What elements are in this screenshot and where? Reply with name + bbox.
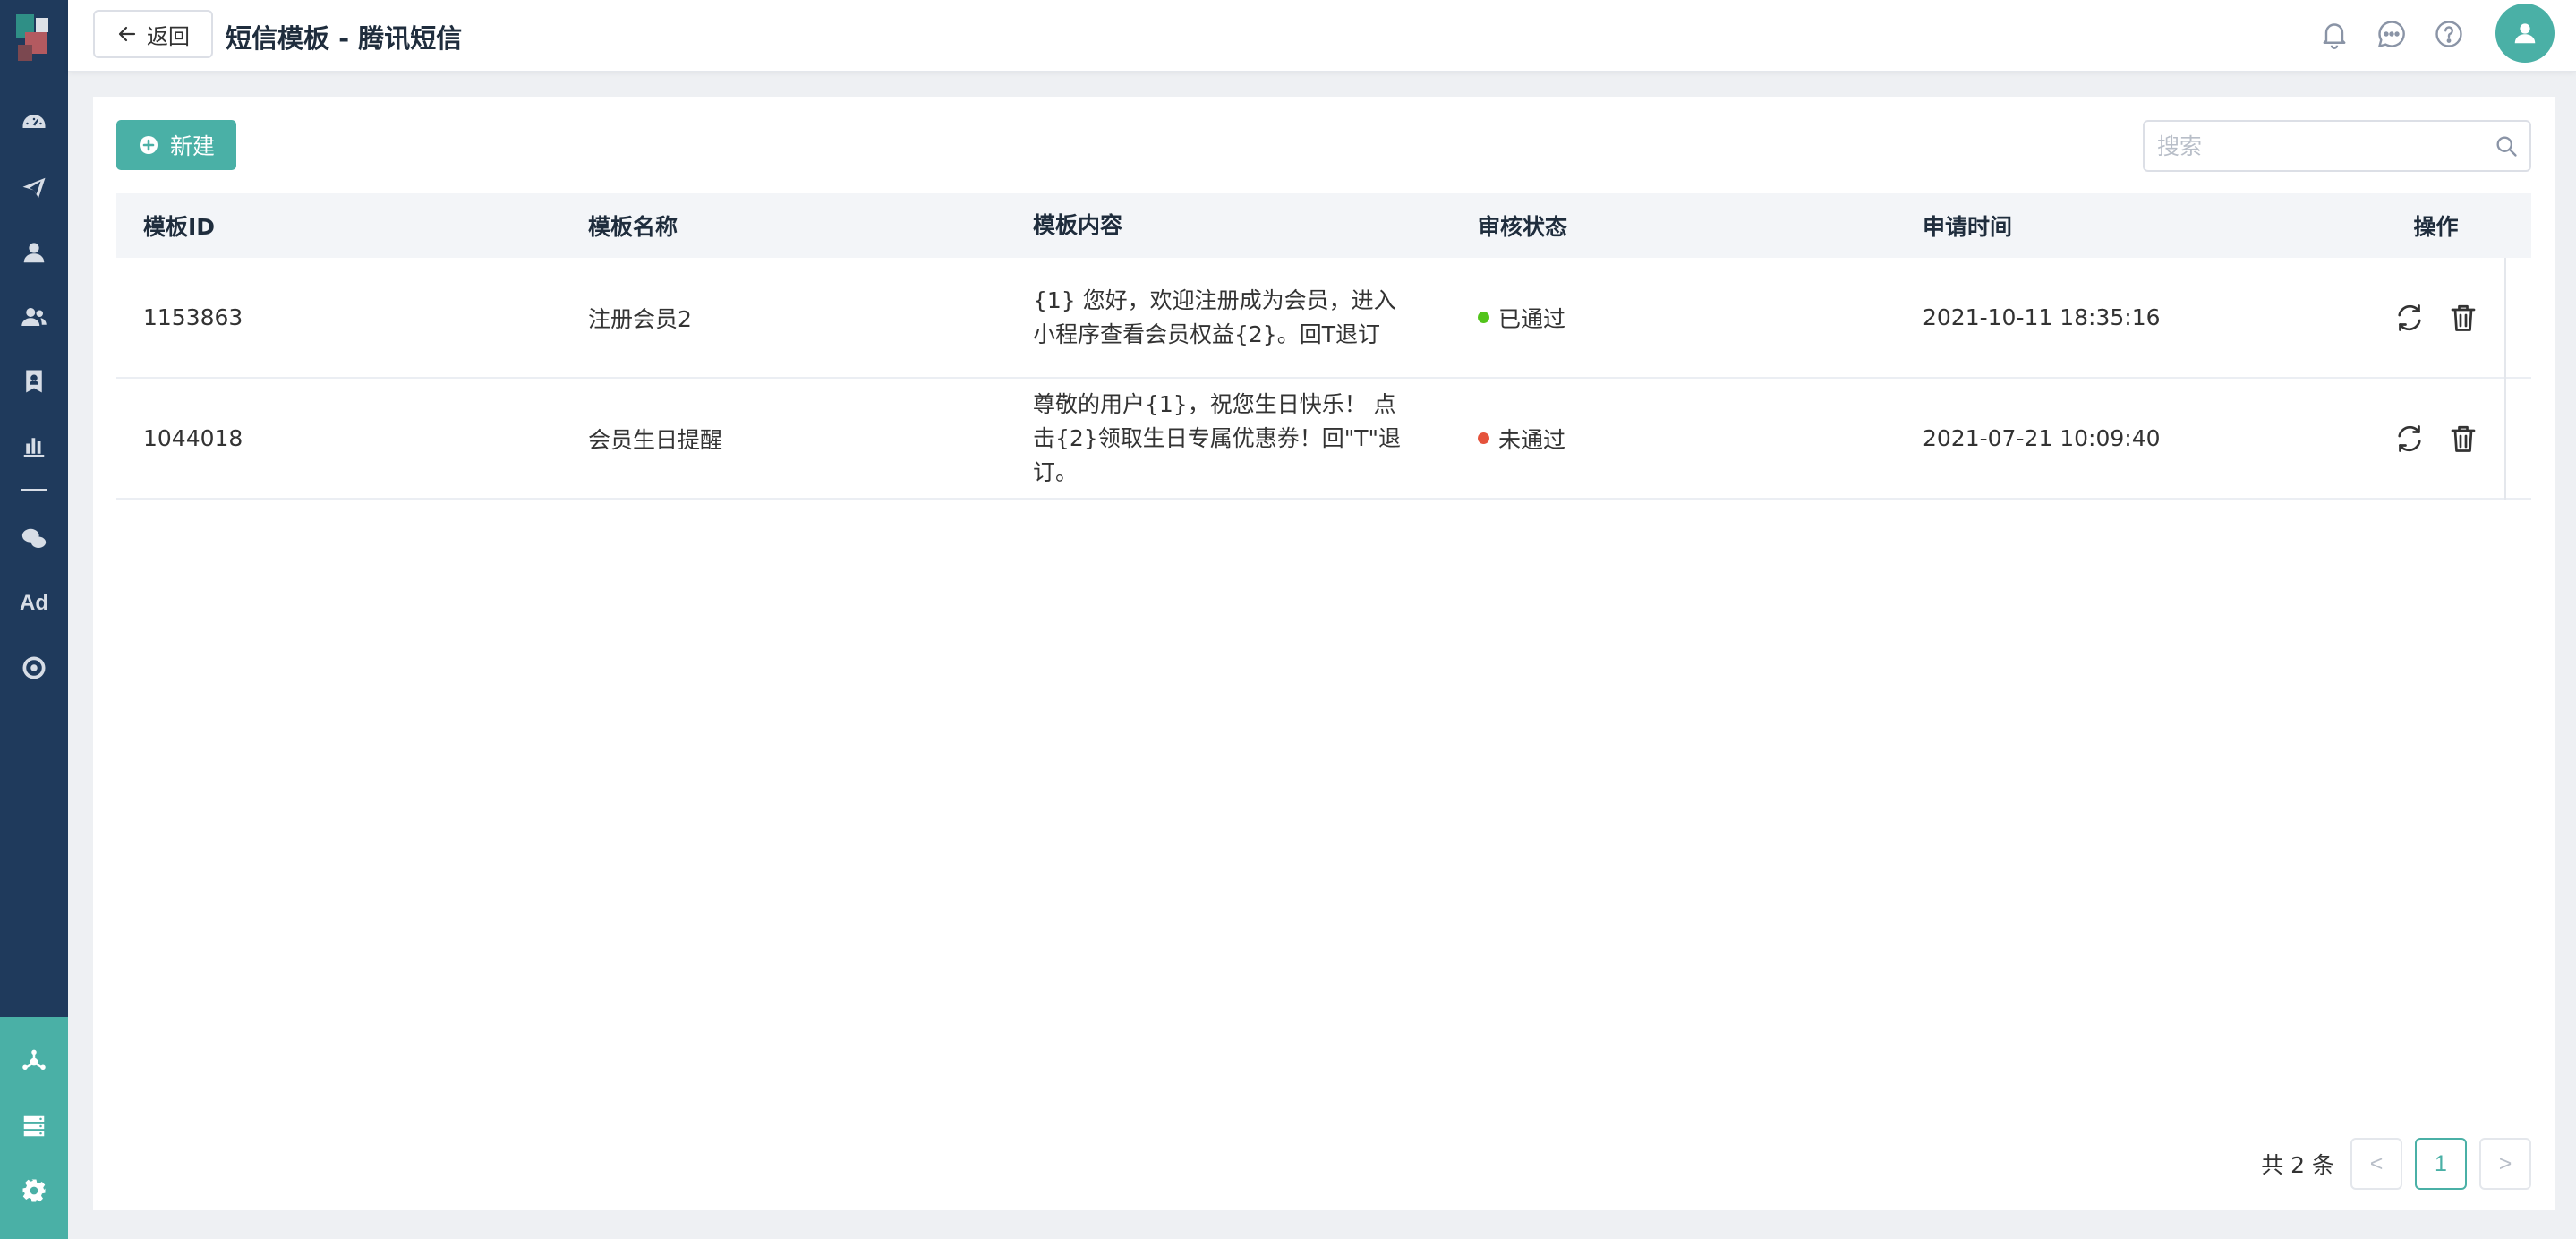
cell-template-id: 1044018 bbox=[143, 425, 243, 451]
send-icon[interactable] bbox=[13, 167, 55, 209]
table-row[interactable]: 1153863 注册会员2 {1} 您好，欢迎注册成为会员，进入小程序查看会员权… bbox=[116, 258, 2531, 379]
table-body: 1153863 注册会员2 {1} 您好，欢迎注册成为会员，进入小程序查看会员权… bbox=[116, 258, 2531, 500]
cell-template-id: 1153863 bbox=[143, 304, 243, 330]
cell-template-content: {1} 您好，欢迎注册成为会员，进入小程序查看会员权益{2}。回T退订 bbox=[1006, 284, 1451, 352]
main-panel: 新建 模板ID 模板名称 模板内容 审核状态 申请时间 操作 1153863 注… bbox=[93, 97, 2555, 1210]
dashboard-icon[interactable] bbox=[13, 102, 55, 145]
search-input[interactable] bbox=[2145, 122, 2476, 170]
page-title: 短信模板 - 腾讯短信 bbox=[226, 23, 463, 54]
column-header-name[interactable]: 模板名称 bbox=[561, 209, 1006, 242]
help-icon[interactable] bbox=[2433, 18, 2465, 50]
new-template-button[interactable]: 新建 bbox=[116, 120, 236, 170]
column-header-time[interactable]: 申请时间 bbox=[1896, 209, 2341, 242]
trash-icon[interactable] bbox=[2447, 423, 2479, 455]
message-icon[interactable] bbox=[2376, 18, 2408, 50]
template-content-text: 尊敬的用户{1}，祝您生日快乐！ 点击{2}领取生日专属优惠券！回"T"退订。 bbox=[1033, 390, 1401, 485]
sidebar-bottom bbox=[0, 1017, 68, 1239]
trash-icon[interactable] bbox=[2447, 302, 2479, 334]
status-dot bbox=[1478, 312, 1489, 323]
status-badge: 未通过 bbox=[1498, 426, 1566, 453]
badge-icon[interactable] bbox=[13, 360, 55, 403]
cell-template-content: 尊敬的用户{1}，祝您生日快乐！ 点击{2}领取生日专属优惠券！回"T"退订。 bbox=[1006, 388, 1451, 490]
template-table: 模板ID 模板名称 模板内容 审核状态 申请时间 操作 1153863 注册会员… bbox=[116, 193, 2531, 500]
status-badge: 已通过 bbox=[1498, 305, 1566, 332]
refresh-icon[interactable] bbox=[2393, 302, 2426, 334]
page-number-button[interactable]: 1 bbox=[2415, 1138, 2467, 1190]
target-icon[interactable] bbox=[13, 646, 55, 689]
back-label: 返回 bbox=[147, 24, 190, 49]
cell-template-name: 注册会员2 bbox=[588, 305, 692, 332]
column-header-actions: 操作 bbox=[2413, 214, 2459, 240]
group-icon[interactable] bbox=[13, 295, 55, 338]
ad-label: Ad bbox=[20, 591, 48, 615]
cell-status: 未通过 bbox=[1451, 423, 1896, 455]
cell-apply-time: 2021-07-21 10:09:40 bbox=[1923, 425, 2161, 451]
search-icon[interactable] bbox=[2494, 133, 2519, 158]
top-header: 返回 短信模板 - 腾讯短信 bbox=[68, 0, 2576, 72]
prev-page-button[interactable]: < bbox=[2350, 1138, 2402, 1190]
cell-actions bbox=[2341, 423, 2531, 455]
next-page-button[interactable]: > bbox=[2479, 1138, 2531, 1190]
new-button-label: 新建 bbox=[169, 133, 215, 159]
bell-icon[interactable] bbox=[2318, 18, 2350, 50]
column-header-content[interactable]: 模板内容 bbox=[1006, 209, 1451, 243]
wechat-icon[interactable] bbox=[13, 517, 55, 560]
search-box bbox=[2143, 120, 2531, 172]
user-icon[interactable] bbox=[13, 231, 55, 274]
pagination-total: 共 2 条 bbox=[2261, 1152, 2334, 1178]
cell-actions bbox=[2341, 302, 2531, 334]
gear-icon[interactable] bbox=[13, 1169, 55, 1212]
chart-icon[interactable] bbox=[13, 424, 55, 467]
avatar[interactable] bbox=[2495, 4, 2555, 63]
nav-divider bbox=[21, 489, 47, 491]
column-header-id[interactable]: 模板ID bbox=[116, 209, 561, 242]
cell-apply-time: 2021-10-11 18:35:16 bbox=[1923, 304, 2161, 330]
refresh-icon[interactable] bbox=[2393, 423, 2426, 455]
status-dot bbox=[1478, 432, 1489, 444]
pagination: 共 2 条 < 1 > bbox=[2261, 1138, 2531, 1190]
hub-icon[interactable] bbox=[13, 1040, 55, 1083]
cell-status: 已通过 bbox=[1451, 302, 1896, 334]
sidebar: Ad bbox=[0, 0, 68, 1239]
column-header-status[interactable]: 审核状态 bbox=[1451, 209, 1896, 242]
table-row[interactable]: 1044018 会员生日提醒 尊敬的用户{1}，祝您生日快乐！ 点击{2}领取生… bbox=[116, 379, 2531, 500]
cell-template-name: 会员生日提醒 bbox=[588, 426, 723, 453]
server-icon[interactable] bbox=[13, 1105, 55, 1148]
plus-circle-icon bbox=[139, 136, 158, 154]
table-header: 模板ID 模板名称 模板内容 审核状态 申请时间 操作 bbox=[116, 193, 2531, 258]
user-avatar-icon bbox=[2514, 23, 2536, 44]
back-button[interactable]: 返回 bbox=[93, 10, 213, 58]
ad-icon[interactable]: Ad bbox=[13, 582, 55, 625]
template-content-text: {1} 您好，欢迎注册成为会员，进入小程序查看会员权益{2}。回T退订 bbox=[1033, 286, 1396, 347]
arrow-left-icon bbox=[118, 26, 136, 42]
app-logo[interactable] bbox=[13, 11, 57, 70]
